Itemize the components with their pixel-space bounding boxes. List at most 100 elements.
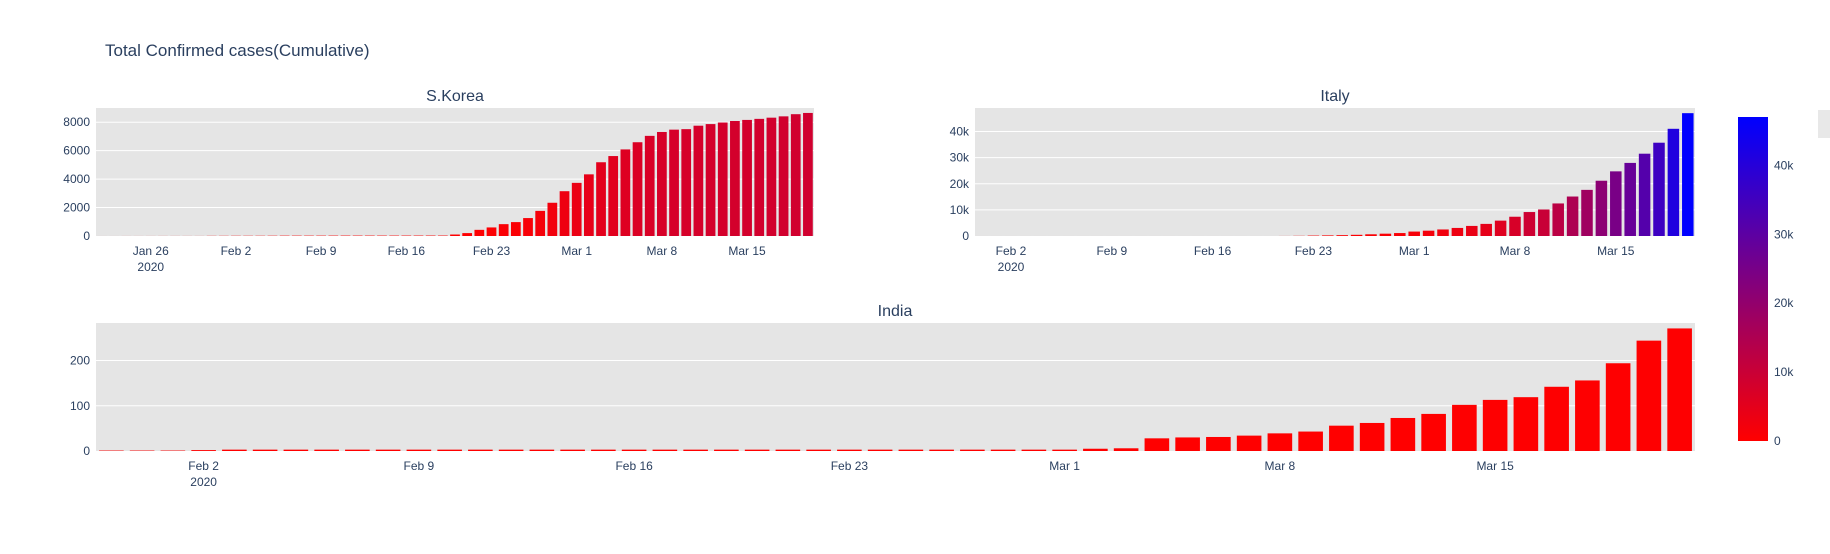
s-korea-bar	[596, 162, 606, 236]
india-bar	[222, 449, 247, 451]
italy-bar	[1610, 171, 1622, 236]
italy-bar	[1494, 220, 1507, 236]
italy-bar	[1523, 212, 1536, 236]
india-bar	[1544, 386, 1569, 451]
india-bar	[314, 449, 339, 451]
india-bar	[468, 449, 493, 451]
x-tick-label: Feb 16	[615, 459, 653, 473]
x-tick-year: 2020	[998, 260, 1025, 274]
x-tick-label: Feb 2	[188, 459, 219, 473]
s-korea-bar	[717, 122, 728, 236]
india-bar	[1605, 363, 1631, 451]
india-bar	[591, 449, 616, 451]
s-korea-bar	[450, 234, 460, 236]
italy-bar	[1538, 209, 1550, 236]
y-tick-label: 40k	[950, 125, 970, 139]
italy-bar	[1379, 233, 1392, 236]
colorbar-tick-label: 0	[1774, 434, 1781, 448]
india-bar	[621, 449, 647, 451]
y-ticks-india: 0 100 200	[70, 354, 90, 458]
figure-title: Total Confirmed cases(Cumulative)	[105, 41, 370, 60]
s-korea-bar	[462, 233, 473, 236]
india-bar	[744, 449, 770, 451]
colorbar-tick-label: 10k	[1774, 365, 1794, 379]
india-bar	[283, 449, 309, 451]
s-korea-bar	[486, 227, 497, 236]
india-bar	[652, 449, 678, 451]
y-tick-label: 0	[83, 444, 90, 458]
y-tick-label: 30k	[950, 151, 970, 165]
s-korea-bar	[657, 131, 667, 236]
x-tick-label: Mar 8	[1265, 459, 1296, 473]
x-tick-label: Jan 26	[133, 244, 169, 258]
s-korea-bar	[778, 116, 789, 236]
s-korea-bar	[681, 129, 692, 236]
india-bar	[960, 449, 985, 451]
subplot-india: India 0 100 200 Feb 2 2020 Feb 9 Feb 16 Feb 23…	[70, 303, 1695, 489]
india-bar	[1052, 449, 1077, 451]
india-bar	[1482, 399, 1508, 451]
india-bar	[375, 449, 401, 451]
s-korea-bar	[693, 125, 704, 236]
india-bar	[898, 449, 924, 451]
italy-bar	[1566, 196, 1579, 236]
italy-bar	[1638, 153, 1651, 236]
italy-bar	[1466, 225, 1478, 236]
italy-bar	[1667, 128, 1680, 236]
x-tick-label: Feb 2	[996, 244, 1027, 258]
x-tick-label: Feb 2	[221, 244, 252, 258]
y-tick-label: 4000	[63, 172, 90, 186]
italy-bar	[1336, 235, 1348, 236]
s-korea-bar	[571, 182, 582, 236]
s-korea-bar	[620, 149, 631, 236]
s-korea-bar	[547, 202, 558, 236]
india-bar	[1390, 417, 1416, 451]
italy-bar	[1422, 230, 1435, 236]
india-bar	[1021, 449, 1047, 451]
india-bar	[529, 449, 555, 451]
italy-bar	[1509, 216, 1521, 236]
x-tick-label: Mar 1	[561, 244, 592, 258]
india-bar	[1083, 448, 1108, 451]
italy-bar	[1552, 203, 1564, 236]
x-tick-label: Mar 15	[1597, 244, 1635, 258]
x-tick-label: Mar 15	[728, 244, 766, 258]
italy-bar	[1581, 189, 1593, 236]
s-korea-bar	[766, 117, 777, 236]
india-bar	[775, 449, 801, 451]
italy-bar	[1322, 235, 1334, 236]
india-bar	[1144, 438, 1170, 451]
modebar-button[interactable]	[1818, 110, 1830, 138]
india-bar	[867, 449, 893, 451]
s-korea-bar	[523, 218, 533, 236]
india-bar	[806, 449, 831, 451]
india-bar	[1113, 448, 1139, 451]
colorbar: 0 10k 20k 30k 40k	[1738, 117, 1794, 448]
x-ticks-s-korea: Jan 26 2020 Feb 2 Feb 9 Feb 16 Feb 23 Mar 1 Mar…	[133, 244, 766, 274]
india-bar	[1298, 431, 1323, 451]
italy-bar	[1682, 113, 1694, 236]
y-tick-label: 2000	[63, 201, 90, 215]
x-ticks-india: Feb 2 2020 Feb 9 Feb 16 Feb 23 Mar 1 Mar 8 Mar …	[188, 459, 1514, 489]
s-korea-bar	[705, 124, 716, 236]
x-tick-label: Feb 9	[306, 244, 337, 258]
x-tick-label: Mar 1	[1049, 459, 1080, 473]
india-bar	[191, 450, 216, 451]
y-tick-label: 20k	[950, 177, 970, 191]
y-tick-label: 10k	[950, 203, 970, 217]
s-korea-bar	[583, 174, 594, 236]
italy-bar	[1394, 233, 1406, 236]
chart-figure: Total Confirmed cases(Cumulative) S.Kore…	[63, 41, 1830, 489]
y-tick-label: 200	[70, 354, 90, 368]
india-bar	[990, 449, 1016, 451]
india-bar	[1667, 328, 1692, 451]
x-tick-label: Feb 16	[388, 244, 426, 258]
italy-bar	[1365, 234, 1377, 236]
y-tick-label: 0	[83, 229, 90, 243]
s-korea-bar	[510, 222, 521, 236]
y-tick-label: 8000	[63, 115, 90, 129]
y-ticks-italy: 0 10k 20k 30k 40k	[950, 125, 970, 243]
india-bar	[683, 449, 708, 451]
y-tick-label: 100	[70, 399, 90, 413]
india-bar	[560, 449, 585, 451]
